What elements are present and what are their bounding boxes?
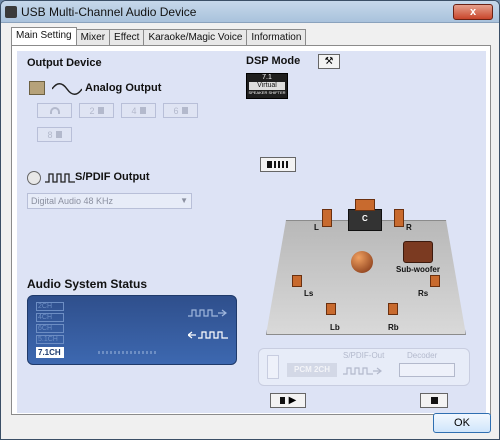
audio-system-status-title: Audio System Status	[27, 277, 148, 291]
app-window: USB Multi-Channel Audio Device x Main Se…	[0, 0, 500, 440]
titlebar: USB Multi-Channel Audio Device x	[1, 1, 499, 23]
square-wave-icon	[45, 173, 75, 183]
badge-bottom: SPEAKER SHIFTER	[248, 90, 286, 95]
left-speaker[interactable]	[322, 209, 332, 227]
left-speaker-label: L	[314, 223, 319, 232]
headphone-icon	[49, 107, 60, 114]
speaker-icon	[279, 397, 285, 404]
left-pane: Output Device Analog Output 2 4 6 8 S/PD…	[17, 51, 242, 413]
decoder-device-icon	[399, 363, 455, 377]
close-button[interactable]: x	[453, 4, 493, 20]
status-2ch: 2CH	[36, 302, 64, 311]
right-pane: DSP Mode ⚒ 7.1 Virtual SPEAKER SHIFTER C	[238, 51, 486, 413]
speaker-icon	[139, 107, 146, 114]
left-surround-speaker[interactable]	[292, 275, 302, 287]
chevron-down-icon: ▼	[180, 196, 188, 205]
tab-strip: Main Setting Mixer Effect Karaoke/Magic …	[11, 27, 307, 45]
right-speaker[interactable]	[394, 209, 404, 227]
right-speaker-label: R	[406, 223, 412, 232]
dsp-mode-title: DSP Mode	[246, 55, 301, 67]
left-back-speaker[interactable]	[326, 303, 336, 315]
play-icon: ▶	[288, 395, 297, 406]
headphone-button[interactable]	[37, 103, 72, 118]
right-back-label: Rb	[388, 323, 399, 332]
speaker-test-button[interactable]	[260, 157, 296, 172]
decoder-label: Decoder	[407, 351, 438, 360]
center-speaker[interactable]	[355, 199, 375, 211]
left-back-label: Lb	[330, 323, 340, 332]
spdif-format-select[interactable]: Digital Audio 48 KHz ▼	[27, 193, 192, 209]
decoder-strip: PCM 2CH S/PDIF-Out Decoder	[258, 348, 470, 386]
badge-top: 7.1	[262, 74, 272, 81]
main-setting-panel: Output Device Analog Output 2 4 6 8 S/PD…	[11, 45, 491, 415]
tab-karaoke[interactable]: Karaoke/Magic Voice	[143, 29, 248, 45]
channel-2-button[interactable]: 2	[79, 103, 114, 118]
channel-4-label: 4	[131, 105, 137, 116]
speaker-icon	[266, 161, 272, 168]
virtual-7-1-badge[interactable]: 7.1 Virtual SPEAKER SHIFTER	[246, 73, 288, 99]
spdif-in-indicator-icon	[188, 309, 227, 317]
window-title: USB Multi-Channel Audio Device	[21, 4, 197, 19]
spdif-format-value: Digital Audio 48 KHz	[31, 196, 114, 206]
listener-head	[351, 251, 373, 273]
level-meter	[98, 351, 158, 354]
app-icon	[5, 5, 17, 18]
pc-tower-icon	[267, 355, 279, 379]
tab-mixer[interactable]: Mixer	[75, 29, 111, 45]
analog-speaker-icon	[29, 81, 45, 95]
output-device-title: Output Device	[27, 57, 102, 69]
status-4ch: 4CH	[36, 313, 64, 322]
analog-output-label: Analog Output	[85, 82, 162, 94]
pcm-indicator: PCM 2CH	[287, 363, 337, 377]
window-body: Main Setting Mixer Effect Karaoke/Magic …	[1, 23, 499, 439]
sine-wave-icon	[52, 83, 82, 95]
speaker-icon	[181, 107, 188, 114]
channel-8-button[interactable]: 8	[37, 127, 72, 142]
speaker-icon	[97, 107, 104, 114]
stop-test-button[interactable]	[420, 393, 448, 408]
volume-bars-icon	[273, 161, 290, 168]
ok-button[interactable]: OK	[433, 413, 491, 433]
channel-6-button[interactable]: 6	[163, 103, 198, 118]
right-back-speaker[interactable]	[388, 303, 398, 315]
channel-4-button[interactable]: 4	[121, 103, 156, 118]
audio-status-display: 2CH 4CH 6CH 5.1CH 7.1CH	[27, 295, 237, 365]
spdif-output-label: S/PDIF Output	[75, 171, 150, 183]
left-surround-label: Ls	[304, 289, 314, 298]
channel-2-label: 2	[89, 105, 95, 116]
stop-icon	[430, 397, 438, 404]
spdif-connector-icon	[27, 171, 41, 185]
subwoofer-label: Sub-woofer	[396, 265, 440, 274]
speaker-icon	[55, 131, 62, 138]
right-surround-speaker[interactable]	[430, 275, 440, 287]
spdif-out-label: S/PDIF-Out	[343, 351, 385, 360]
subwoofer-speaker[interactable]	[403, 241, 433, 263]
spdif-out-indicator-icon	[188, 331, 228, 339]
center-speaker-label: C	[362, 214, 368, 223]
dsp-settings-button[interactable]: ⚒	[318, 54, 340, 69]
channel-8-label: 8	[47, 129, 53, 140]
badge-mid: Virtual	[249, 82, 285, 90]
tab-information[interactable]: Information	[246, 29, 307, 45]
status-5-1ch: 5.1CH	[36, 335, 64, 344]
play-test-button[interactable]: ▶	[270, 393, 306, 408]
tab-effect[interactable]: Effect	[109, 29, 145, 45]
channel-6-label: 6	[173, 105, 179, 116]
spdif-signal-icon	[343, 367, 382, 375]
status-7-1ch: 7.1CH	[36, 347, 64, 358]
wrench-icon: ⚒	[324, 56, 334, 67]
right-surround-label: Rs	[418, 289, 429, 298]
tab-main-setting[interactable]: Main Setting	[11, 27, 77, 45]
status-6ch: 6CH	[36, 324, 64, 333]
